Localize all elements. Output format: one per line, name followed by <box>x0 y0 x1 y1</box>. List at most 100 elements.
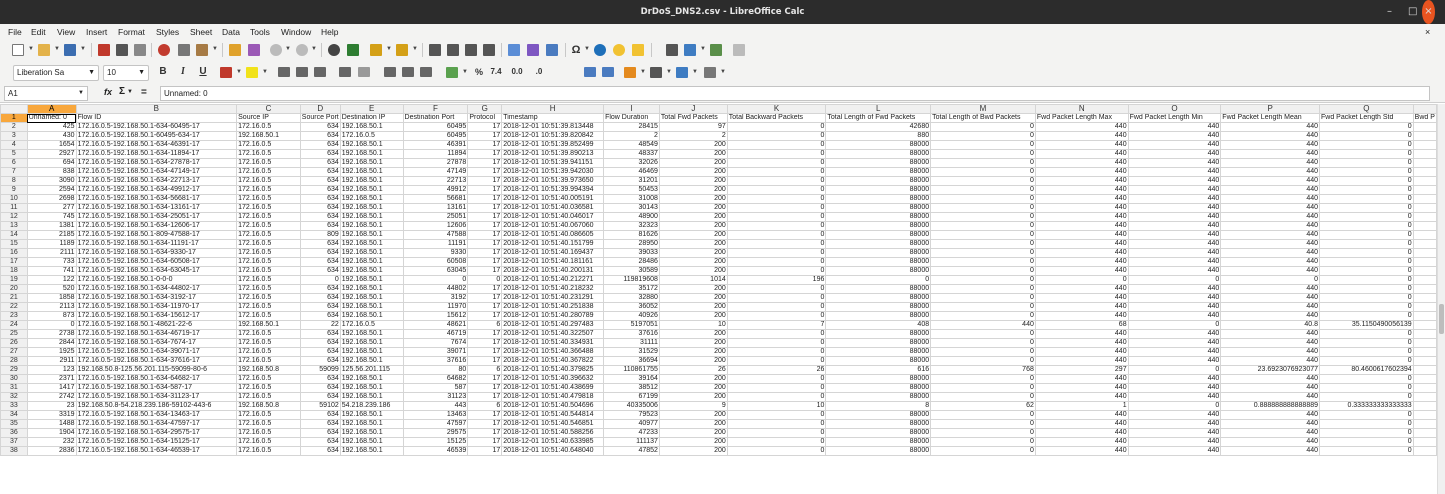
cell[interactable]: 2018-12-01 10:51:40.005191 <box>501 194 605 204</box>
cell[interactable]: 172.16.0.5 <box>339 320 404 330</box>
cell[interactable]: 0 <box>726 167 827 177</box>
cell[interactable]: 192.168.50.1 <box>339 293 404 303</box>
spelling-icon[interactable] <box>347 44 359 56</box>
cell[interactable]: 440 <box>1127 392 1222 402</box>
cell[interactable]: 440 <box>1220 284 1320 294</box>
cell[interactable]: 32880 <box>603 293 660 303</box>
cell[interactable]: 172.16.0.5-192.168.50.1-634-22713-17 <box>75 176 238 186</box>
row-header[interactable]: 3 <box>0 131 28 141</box>
cell[interactable] <box>1412 392 1437 402</box>
conditional-format-icon[interactable] <box>704 67 716 78</box>
cell[interactable]: 59102 <box>299 401 341 411</box>
cell[interactable]: 17 <box>467 383 503 393</box>
cell[interactable]: 17 <box>467 194 503 204</box>
increase-indent-icon[interactable] <box>584 67 596 77</box>
cell[interactable]: 440 <box>1220 212 1320 222</box>
column-header[interactable]: P <box>1220 104 1320 114</box>
cell[interactable]: 0 <box>930 302 1036 312</box>
cell[interactable]: 2698 <box>26 194 77 204</box>
cell[interactable]: 440 <box>1220 374 1320 384</box>
cell[interactable]: 440 <box>1034 239 1129 249</box>
define-print-area-icon[interactable] <box>666 44 678 56</box>
cell[interactable]: 0 <box>726 122 827 132</box>
row-header[interactable]: 26 <box>0 338 28 348</box>
cell[interactable]: 768 <box>930 365 1036 375</box>
cell[interactable]: 31529 <box>603 347 660 357</box>
cell[interactable]: 440 <box>1220 257 1320 267</box>
column-header[interactable]: N <box>1034 104 1129 114</box>
column-header[interactable] <box>1412 104 1437 114</box>
cell[interactable]: 2018-12-01 10:51:40.181161 <box>501 257 605 267</box>
cell[interactable]: 192.168.50.8 <box>236 365 301 375</box>
cell[interactable]: 111137 <box>603 437 660 447</box>
cell[interactable]: 0 <box>1319 266 1414 276</box>
cell[interactable]: 634 <box>299 383 341 393</box>
cell[interactable]: 10 <box>658 320 728 330</box>
row-header[interactable]: 28 <box>0 356 28 366</box>
cell[interactable]: 192.168.50.1 <box>339 410 404 420</box>
row-header[interactable]: 34 <box>0 410 28 420</box>
cell[interactable]: 192.168.50.1 <box>339 419 404 429</box>
cell[interactable]: 1417 <box>26 383 77 393</box>
cell[interactable]: 0 <box>1319 275 1414 285</box>
cell[interactable]: 192.168.50.8 <box>236 401 301 411</box>
cell[interactable]: 0 <box>726 293 827 303</box>
cell[interactable]: 192.168.50.8-54.218.239.186-59102-443-6 <box>75 401 238 411</box>
align-left-icon[interactable] <box>278 67 290 77</box>
cell[interactable]: 88000 <box>825 257 932 267</box>
cell[interactable]: 6 <box>467 320 503 330</box>
cell[interactable]: 192.168.50.1 <box>339 275 404 285</box>
cell[interactable]: 172.16.0.5 <box>236 149 301 159</box>
cell[interactable]: 0 <box>726 419 827 429</box>
cell[interactable]: 42680 <box>825 122 932 132</box>
cell[interactable]: 1654 <box>26 140 77 150</box>
cell[interactable]: 2018-12-01 10:51:40.588256 <box>501 428 605 438</box>
cell[interactable]: 17 <box>467 311 503 321</box>
decrease-indent-icon[interactable] <box>602 67 614 77</box>
cell[interactable]: 125.56.201.115 <box>339 365 404 375</box>
cell[interactable]: 172.16.0.5 <box>236 356 301 366</box>
row-header[interactable]: 35 <box>0 419 28 429</box>
cell[interactable]: 172.16.0.5-192.168.50.1-634-3192-17 <box>75 293 238 303</box>
cell[interactable]: 440 <box>1127 131 1222 141</box>
cell[interactable]: 440 <box>1034 302 1129 312</box>
cell[interactable] <box>1412 446 1437 456</box>
cell[interactable]: 122 <box>26 275 77 285</box>
cell[interactable]: 17 <box>467 212 503 222</box>
cell[interactable]: 440 <box>1034 383 1129 393</box>
cell[interactable]: 1488 <box>26 419 77 429</box>
cell[interactable]: 440 <box>1127 356 1222 366</box>
cell[interactable]: 440 <box>1034 149 1129 159</box>
cell[interactable]: 27878 <box>402 158 469 168</box>
cell[interactable]: 7 <box>726 320 827 330</box>
align-bottom-icon[interactable] <box>420 67 432 77</box>
cell[interactable]: 2836 <box>26 446 77 456</box>
cell[interactable]: 0 <box>726 221 827 231</box>
highlight-dropdown-icon[interactable]: ▼ <box>262 69 268 75</box>
cell[interactable]: 39164 <box>603 374 660 384</box>
cell[interactable]: 17 <box>467 329 503 339</box>
cell[interactable]: 634 <box>299 284 341 294</box>
cell[interactable]: 440 <box>1127 311 1222 321</box>
cell[interactable]: 408 <box>825 320 932 330</box>
border-style-icon[interactable] <box>650 67 662 78</box>
cell[interactable]: 172.16.0.5-192.168.50.1-634-60495-17 <box>75 122 238 132</box>
function-wizard-button[interactable]: fx <box>104 87 112 97</box>
cell[interactable]: 13161 <box>402 203 469 213</box>
cell[interactable]: 2 <box>603 131 660 141</box>
cell[interactable]: 0 <box>930 266 1036 276</box>
cell[interactable]: 634 <box>299 149 341 159</box>
cell[interactable]: 2018-12-01 10:51:40.200131 <box>501 266 605 276</box>
cell[interactable]: 440 <box>930 320 1036 330</box>
cell[interactable]: 192.168.50.1 <box>236 131 301 141</box>
cell[interactable]: 0 <box>1319 410 1414 420</box>
row-header[interactable]: 32 <box>0 392 28 402</box>
cell[interactable] <box>1412 311 1437 321</box>
cell[interactable]: 745 <box>26 212 77 222</box>
cell[interactable]: 15125 <box>402 437 469 447</box>
cell[interactable]: 634 <box>299 257 341 267</box>
column-header[interactable]: H <box>501 104 605 114</box>
cell[interactable]: 440 <box>1034 257 1129 267</box>
insert-chart-icon[interactable] <box>527 44 539 56</box>
cell[interactable]: Protocol <box>467 113 503 123</box>
